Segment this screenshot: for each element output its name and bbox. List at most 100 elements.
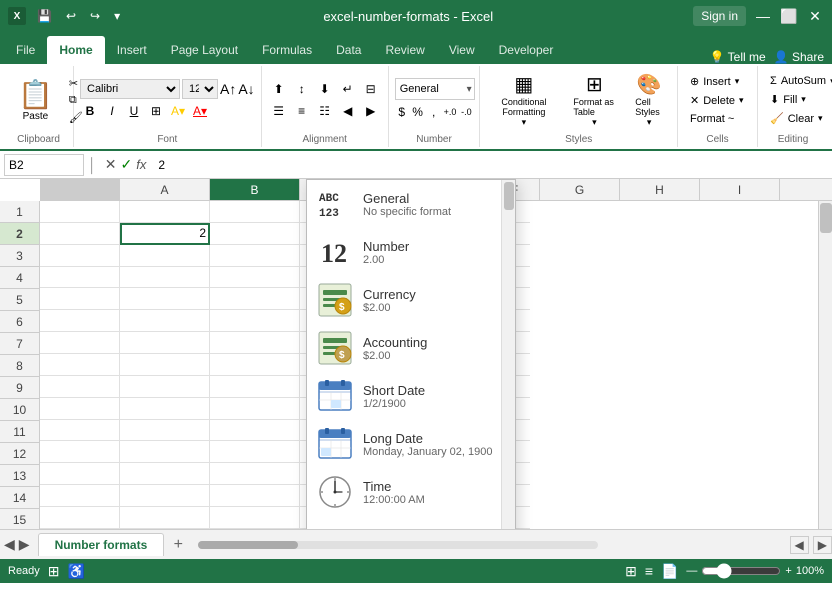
cell-C8[interactable] <box>210 354 300 376</box>
cell-C5[interactable] <box>210 288 300 310</box>
scrollbar-thumb-vertical[interactable] <box>820 203 832 233</box>
conditional-formatting-button[interactable]: ▦ Conditional Formatting ▾ <box>486 68 561 132</box>
cell-B9[interactable] <box>120 376 210 398</box>
redo-button[interactable]: ↪ <box>87 7 103 25</box>
cell-C14[interactable] <box>210 485 300 507</box>
cell-B8[interactable] <box>120 354 210 376</box>
cell-C12[interactable] <box>210 441 300 463</box>
cell-B10[interactable] <box>120 398 210 420</box>
cell-B2[interactable]: 2 <box>120 223 210 245</box>
cell-B13[interactable] <box>120 463 210 485</box>
comma-button[interactable]: , <box>427 102 441 122</box>
customize-button[interactable]: ▾ <box>111 7 123 25</box>
cell-C13[interactable] <box>210 463 300 485</box>
cancel-icon[interactable]: ✕ <box>105 156 117 173</box>
indent-increase-button[interactable]: ▶ <box>360 101 382 121</box>
cell-A3[interactable] <box>40 245 120 267</box>
scroll-left-button[interactable]: ◀ <box>790 536 809 554</box>
align-bottom-button[interactable]: ⬇ <box>314 79 336 99</box>
name-box[interactable]: B2 <box>4 154 84 176</box>
cell-B12[interactable] <box>120 441 210 463</box>
col-header-A[interactable]: A <box>120 179 210 200</box>
col-header-I[interactable]: I <box>700 179 780 200</box>
cell-A1[interactable] <box>40 201 120 223</box>
cell-A13[interactable] <box>40 463 120 485</box>
cell-A2[interactable] <box>40 223 120 245</box>
close-button[interactable]: ✕ <box>806 7 824 25</box>
cut-button[interactable]: ✂ <box>65 76 87 91</box>
vertical-scrollbar[interactable] <box>818 201 832 529</box>
cell-A8[interactable] <box>40 354 120 376</box>
borders-button[interactable]: ⊞ <box>146 101 166 121</box>
format-item-percentage[interactable]: % Percentage 200.00% <box>307 516 515 529</box>
row-header-5[interactable]: 5 <box>0 289 39 311</box>
formula-input[interactable] <box>154 158 828 172</box>
cell-A12[interactable] <box>40 441 120 463</box>
row-header-12[interactable]: 12 <box>0 443 39 465</box>
format-item-currency[interactable]: $ Currency $2.00 <box>307 276 515 324</box>
sign-in-button[interactable]: Sign in <box>693 6 746 26</box>
row-header-13[interactable]: 13 <box>0 465 39 487</box>
cell-C9[interactable] <box>210 376 300 398</box>
cell-A7[interactable] <box>40 332 120 354</box>
undo-button[interactable]: ↩ <box>63 7 79 25</box>
format-item-number[interactable]: 12 Number 2.00 <box>307 228 515 276</box>
tab-review[interactable]: Review <box>373 36 436 64</box>
cell-B6[interactable] <box>120 310 210 332</box>
cell-C1[interactable] <box>210 201 300 223</box>
tab-file[interactable]: File <box>4 36 47 64</box>
row-header-3[interactable]: 3 <box>0 245 39 267</box>
horizontal-scrollbar-thumb[interactable] <box>198 541 298 549</box>
font-color-button[interactable]: A▾ <box>190 101 210 121</box>
row-header-11[interactable]: 11 <box>0 421 39 443</box>
tab-insert[interactable]: Insert <box>105 36 159 64</box>
cell-C7[interactable] <box>210 332 300 354</box>
page-layout-view-icon[interactable]: ≡ <box>645 563 653 579</box>
normal-view-icon[interactable]: ⊞ <box>625 563 637 580</box>
scroll-right-button[interactable]: ▶ <box>813 536 832 554</box>
percent-button[interactable]: % <box>411 102 425 122</box>
format-button[interactable]: Format ~ <box>684 111 751 127</box>
cell-A11[interactable] <box>40 420 120 442</box>
format-item-long-date[interactable]: Long Date Monday, January 02, 1900 <box>307 420 515 468</box>
align-right-button[interactable]: ☷ <box>314 101 336 121</box>
increase-decimal-button[interactable]: +.0 <box>443 102 458 122</box>
page-break-view-icon[interactable]: 📄 <box>661 563 678 580</box>
number-format-dropdown[interactable]: General ▾ <box>395 78 475 100</box>
tab-data[interactable]: Data <box>324 36 373 64</box>
col-header-B[interactable]: B <box>210 179 300 200</box>
tab-home[interactable]: Home <box>47 36 104 64</box>
paste-button[interactable]: 📋 Paste <box>10 68 61 132</box>
cell-A6[interactable] <box>40 310 120 332</box>
decrease-decimal-button[interactable]: -.0 <box>459 102 473 122</box>
row-header-9[interactable]: 9 <box>0 377 39 399</box>
row-header-7[interactable]: 7 <box>0 333 39 355</box>
row-header-15[interactable]: 15 <box>0 509 39 529</box>
align-left-button[interactable]: ☰ <box>268 101 290 121</box>
restore-button[interactable]: ⬜ <box>780 7 798 25</box>
cell-B7[interactable] <box>120 332 210 354</box>
merge-button[interactable]: ⊟ <box>360 79 382 99</box>
tab-page-layout[interactable]: Page Layout <box>159 36 250 64</box>
align-top-button[interactable]: ⬆ <box>268 79 290 99</box>
cell-styles-button[interactable]: 🎨 Cell Styles ▾ <box>627 68 671 132</box>
cell-B4[interactable] <box>120 267 210 289</box>
row-header-1[interactable]: 1 <box>0 201 39 223</box>
indent-decrease-button[interactable]: ◀ <box>337 101 359 121</box>
zoom-slider[interactable] <box>701 563 781 579</box>
clear-button[interactable]: 🧹Clear▾ <box>764 110 822 127</box>
cell-A5[interactable] <box>40 288 120 310</box>
col-header-G[interactable]: G <box>540 179 620 200</box>
tell-me-button[interactable]: 💡 Tell me <box>710 50 766 64</box>
decrease-font-button[interactable]: A↓ <box>238 81 254 97</box>
sheet-nav-left[interactable]: ◀ <box>4 536 15 553</box>
sheet-nav-right[interactable]: ▶ <box>19 536 30 553</box>
row-header-4[interactable]: 4 <box>0 267 39 289</box>
dropdown-scrollbar-thumb[interactable] <box>504 182 514 210</box>
col-header-H[interactable]: H <box>620 179 700 200</box>
cell-B11[interactable] <box>120 420 210 442</box>
row-header-10[interactable]: 10 <box>0 399 39 421</box>
fill-button[interactable]: ⬇Fill▾ <box>764 91 822 108</box>
save-button[interactable]: 💾 <box>34 7 55 25</box>
row-header-6[interactable]: 6 <box>0 311 39 333</box>
